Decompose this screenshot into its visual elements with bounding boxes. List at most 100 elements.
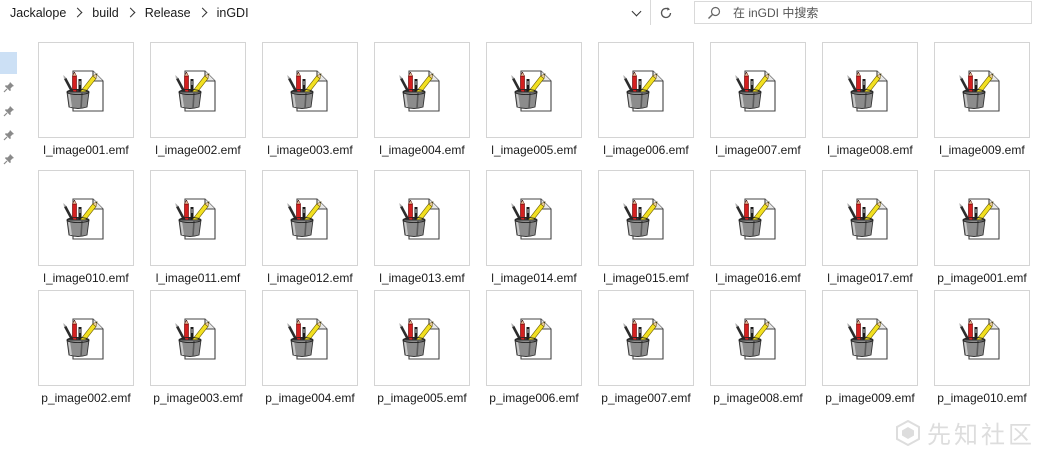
file-thumbnail[interactable] — [710, 290, 806, 386]
file-item[interactable]: p_image010.emf — [934, 290, 1030, 426]
file-item[interactable]: l_image009.emf — [934, 42, 1030, 170]
file-thumbnail[interactable] — [486, 42, 582, 138]
breadcrumb-item-ingdi[interactable]: inGDI — [217, 6, 249, 20]
pin-icon[interactable] — [3, 153, 15, 165]
breadcrumb[interactable]: Jackalope build Release inGDI — [0, 0, 650, 25]
file-thumbnail[interactable] — [374, 170, 470, 266]
chevron-right-icon[interactable] — [197, 7, 208, 18]
file-thumbnail[interactable] — [262, 290, 358, 386]
file-item[interactable]: p_image005.emf — [374, 290, 470, 426]
file-item[interactable]: l_image001.emf — [38, 42, 134, 170]
file-thumbnail[interactable] — [150, 290, 246, 386]
file-name-label: l_image008.emf — [827, 143, 913, 157]
file-name-label: l_image012.emf — [267, 271, 353, 285]
file-name-label: l_image010.emf — [43, 271, 129, 285]
file-name-label: p_image006.emf — [489, 391, 579, 405]
pin-icon[interactable] — [3, 105, 15, 117]
file-name-label: l_image013.emf — [379, 271, 465, 285]
file-thumbnail[interactable] — [934, 42, 1030, 138]
file-name-label: p_image001.emf — [937, 271, 1027, 285]
address-history-dropdown[interactable] — [626, 3, 646, 23]
file-name-label: l_image002.emf — [155, 143, 241, 157]
file-thumbnail[interactable] — [710, 170, 806, 266]
emf-drawing-file-icon — [735, 198, 776, 240]
file-thumbnail[interactable] — [150, 170, 246, 266]
pin-icon[interactable] — [3, 129, 15, 141]
file-thumbnail[interactable] — [374, 42, 470, 138]
file-name-label: p_image009.emf — [825, 391, 915, 405]
file-thumbnail[interactable] — [822, 170, 918, 266]
file-item[interactable]: l_image005.emf — [486, 42, 582, 170]
file-item[interactable]: l_image002.emf — [150, 42, 246, 170]
pin-icon[interactable] — [3, 81, 15, 93]
file-item[interactable]: l_image016.emf — [710, 170, 806, 290]
breadcrumb-item-jackalope[interactable]: Jackalope — [10, 6, 66, 20]
file-item[interactable]: p_image008.emf — [710, 290, 806, 426]
file-thumbnail[interactable] — [486, 290, 582, 386]
file-item[interactable]: p_image006.emf — [486, 290, 582, 426]
file-thumbnail[interactable] — [38, 170, 134, 266]
file-thumbnail[interactable] — [934, 290, 1030, 386]
file-thumbnail[interactable] — [598, 42, 694, 138]
file-thumbnail[interactable] — [822, 290, 918, 386]
file-thumbnail[interactable] — [934, 170, 1030, 266]
file-thumbnail[interactable] — [710, 42, 806, 138]
file-item[interactable]: l_image013.emf — [374, 170, 470, 290]
file-item[interactable]: p_image009.emf — [822, 290, 918, 426]
breadcrumb-item-release[interactable]: Release — [145, 6, 191, 20]
chevron-down-icon — [631, 6, 641, 16]
nav-selected-item[interactable] — [0, 52, 17, 74]
file-name-label: l_image014.emf — [491, 271, 577, 285]
file-thumbnail[interactable] — [262, 42, 358, 138]
file-item[interactable]: p_image002.emf — [38, 290, 134, 426]
file-item[interactable]: l_image003.emf — [262, 42, 358, 170]
file-thumbnail[interactable] — [374, 290, 470, 386]
emf-drawing-file-icon — [63, 70, 104, 112]
search-icon — [708, 6, 721, 19]
file-item[interactable]: p_image003.emf — [150, 290, 246, 426]
search-input[interactable] — [733, 2, 1023, 23]
file-thumbnail[interactable] — [598, 290, 694, 386]
file-item[interactable]: l_image012.emf — [262, 170, 358, 290]
file-item[interactable]: p_image004.emf — [262, 290, 358, 426]
breadcrumb-item-build[interactable]: build — [92, 6, 118, 20]
file-name-label: p_image003.emf — [153, 391, 243, 405]
refresh-icon — [660, 7, 672, 19]
file-item[interactable]: l_image004.emf — [374, 42, 470, 170]
file-name-label: l_image015.emf — [603, 271, 689, 285]
file-item[interactable]: l_image008.emf — [822, 42, 918, 170]
emf-drawing-file-icon — [399, 198, 440, 240]
file-thumbnail[interactable] — [486, 170, 582, 266]
file-item[interactable]: l_image011.emf — [150, 170, 246, 290]
file-item[interactable]: l_image010.emf — [38, 170, 134, 290]
file-item[interactable]: p_image001.emf — [934, 170, 1030, 290]
file-name-label: p_image007.emf — [601, 391, 691, 405]
emf-drawing-file-icon — [175, 70, 216, 112]
emf-drawing-file-icon — [63, 198, 104, 240]
emf-drawing-file-icon — [959, 198, 1000, 240]
chevron-right-icon[interactable] — [125, 7, 136, 18]
refresh-button[interactable] — [654, 2, 678, 24]
file-item[interactable]: l_image015.emf — [598, 170, 694, 290]
file-name-label: l_image009.emf — [939, 143, 1025, 157]
file-thumbnail[interactable] — [822, 42, 918, 138]
file-thumbnail[interactable] — [262, 170, 358, 266]
file-item[interactable]: l_image014.emf — [486, 170, 582, 290]
file-item[interactable]: p_image007.emf — [598, 290, 694, 426]
file-name-label: l_image007.emf — [715, 143, 801, 157]
file-item[interactable]: l_image007.emf — [710, 42, 806, 170]
file-thumbnail[interactable] — [38, 290, 134, 386]
file-thumbnail[interactable] — [598, 170, 694, 266]
file-name-label: l_image004.emf — [379, 143, 465, 157]
file-item[interactable]: l_image006.emf — [598, 42, 694, 170]
file-item[interactable]: l_image017.emf — [822, 170, 918, 290]
file-thumbnail[interactable] — [150, 42, 246, 138]
file-grid: l_image001.emf l_image002.emf l_image003… — [38, 42, 1038, 426]
emf-drawing-file-icon — [623, 70, 664, 112]
search-box[interactable] — [694, 1, 1032, 24]
emf-drawing-file-icon — [399, 70, 440, 112]
file-name-label: p_image010.emf — [937, 391, 1027, 405]
chevron-right-icon[interactable] — [72, 7, 83, 18]
file-name-label: l_image006.emf — [603, 143, 689, 157]
file-thumbnail[interactable] — [38, 42, 134, 138]
